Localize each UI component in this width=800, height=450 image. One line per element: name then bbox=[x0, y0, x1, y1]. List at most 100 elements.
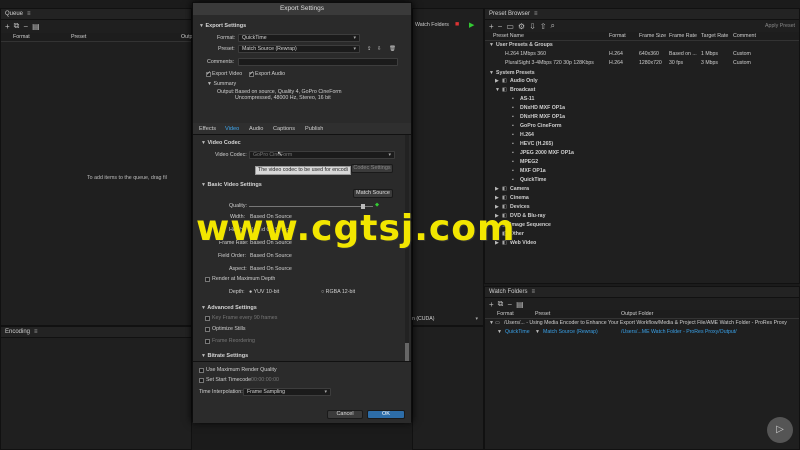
col-target-rate[interactable]: Target Rate bbox=[701, 32, 728, 41]
remove-icon[interactable]: − bbox=[23, 22, 28, 31]
preset-tree-item[interactable]: ▶ ◧ Audio Only bbox=[485, 77, 799, 86]
export-audio-checkbox[interactable] bbox=[249, 70, 254, 77]
tab-video[interactable]: Video bbox=[225, 123, 239, 135]
user-presets-group[interactable]: ▼ User Presets & Groups bbox=[485, 41, 799, 50]
disclosure-open-icon[interactable]: ▼ bbox=[495, 86, 500, 95]
preset-tree-item[interactable]: ▶ ◧ Devices bbox=[485, 203, 799, 212]
preset-tree-item[interactable]: ▶ ◧ Camera bbox=[485, 185, 799, 194]
disclosure-open-icon[interactable]: ▼ bbox=[489, 41, 494, 50]
settings-sliders-icon[interactable]: ⧉ bbox=[498, 299, 504, 309]
add-icon[interactable]: + bbox=[5, 22, 10, 31]
match-source-button[interactable]: Match Source bbox=[353, 189, 393, 198]
renderer-select[interactable]: n (CUDA) ▾ bbox=[409, 316, 481, 324]
save-preset-icon[interactable]: ⇪ bbox=[367, 46, 371, 53]
watch-output-link[interactable]: /Users/...ME Watch Folder - ProRes Proxy… bbox=[621, 328, 737, 337]
disclosure-closed-icon[interactable]: ▶ bbox=[495, 194, 499, 203]
summary-toggle[interactable]: ▼ Summary bbox=[207, 81, 236, 88]
search-icon[interactable]: ⌕ bbox=[550, 21, 554, 31]
render-max-depth-checkbox[interactable] bbox=[205, 277, 210, 282]
time-interpolation-select[interactable]: Frame Sampling ▾ bbox=[243, 388, 331, 396]
col-comment[interactable]: Comment bbox=[733, 32, 756, 41]
quality-slider[interactable] bbox=[249, 204, 373, 209]
optimize-stills-checkbox[interactable] bbox=[205, 327, 210, 332]
preset-tree-item[interactable]: ▶ ◧ Other bbox=[485, 230, 799, 239]
watch-preset-link[interactable]: Match Source (Rewrap) bbox=[543, 328, 598, 337]
panel-menu-icon[interactable]: ≡ bbox=[531, 287, 535, 298]
key-frame-checkbox[interactable] bbox=[205, 316, 210, 321]
watch-folder-output-row[interactable]: ▼ QuickTime ▼ Match Source (Rewrap) /Use… bbox=[485, 328, 799, 337]
watch-folders-label[interactable]: Watch Folders bbox=[415, 22, 449, 29]
add-preset-icon[interactable]: + bbox=[489, 22, 494, 31]
col-format[interactable]: Format bbox=[497, 310, 514, 319]
col-preset[interactable]: Preset bbox=[71, 33, 86, 42]
cancel-button[interactable]: Cancel bbox=[327, 410, 363, 419]
advanced-settings-section[interactable]: ▼ Advanced Settings bbox=[201, 305, 257, 312]
preset-tree-item[interactable]: ▪ QuickTime bbox=[485, 176, 799, 185]
new-group-icon[interactable]: ▭ bbox=[506, 22, 514, 31]
duplicate-icon[interactable]: ▤ bbox=[516, 300, 524, 309]
watch-format-link[interactable]: QuickTime bbox=[505, 328, 530, 337]
import-preset-icon[interactable]: ⇩ bbox=[377, 46, 381, 53]
preset-tree-item[interactable]: ▶ ◧ DVD & Blu-ray bbox=[485, 212, 799, 221]
disclosure-closed-icon[interactable]: ▶ bbox=[495, 185, 499, 194]
preset-tree-item[interactable]: ▪ AS-11 bbox=[485, 95, 799, 104]
preset-tree-item[interactable]: ▪ MXF OP1a bbox=[485, 167, 799, 176]
comments-input[interactable] bbox=[238, 58, 398, 66]
import-icon[interactable]: ⇩ bbox=[529, 22, 536, 31]
disclosure-closed-icon[interactable]: ▶ bbox=[495, 77, 499, 86]
video-codec-select[interactable]: GoPro CineForm ▾ bbox=[249, 151, 395, 159]
duplicate-icon[interactable]: ▤ bbox=[32, 22, 40, 31]
tab-effects[interactable]: Effects bbox=[199, 123, 216, 135]
settings-icon[interactable]: ⚙ bbox=[518, 22, 525, 31]
format-select[interactable]: QuickTime ▾ bbox=[238, 34, 360, 42]
watch-folder-path-row[interactable]: ▼ ▭ /Users/... - Using Media Encoder to … bbox=[485, 319, 799, 328]
add-icon[interactable]: + bbox=[489, 300, 494, 309]
preset-tree-item[interactable]: ▶ ◧ Image Sequence bbox=[485, 221, 799, 230]
preset-row[interactable]: PluralSight 3-4Mbps 720 30p 128Kbps H.26… bbox=[485, 59, 799, 68]
remove-icon[interactable]: − bbox=[507, 300, 512, 309]
tab-audio[interactable]: Audio bbox=[249, 123, 263, 135]
ok-button[interactable]: OK bbox=[367, 410, 405, 419]
preset-tree-item[interactable]: ▪ DNxHD MXF OP1a bbox=[485, 104, 799, 113]
depth-rgba-radio[interactable]: ○ RGBA 12-bit bbox=[321, 289, 355, 296]
basic-video-settings-section[interactable]: ▼ Basic Video Settings bbox=[201, 182, 262, 189]
remove-preset-icon[interactable]: − bbox=[498, 22, 503, 31]
col-preset[interactable]: Preset bbox=[535, 310, 550, 319]
bitrate-settings-section[interactable]: ▼ Bitrate Settings bbox=[201, 353, 248, 360]
col-frame-rate[interactable]: Frame Rate bbox=[669, 32, 697, 41]
preset-tree-item[interactable]: ▪ HEVC (H.265) bbox=[485, 140, 799, 149]
col-output-folder[interactable]: Output Folder bbox=[621, 310, 653, 319]
preset-tree-item[interactable]: ▼ ◧ Broadcast bbox=[485, 86, 799, 95]
frame-reordering-checkbox[interactable] bbox=[205, 339, 210, 344]
delete-preset-icon[interactable]: 🗑 bbox=[389, 46, 396, 53]
tab-captions[interactable]: Captions bbox=[273, 123, 295, 135]
preset-tree-item[interactable]: ▪ GoPro CineForm bbox=[485, 122, 799, 131]
export-icon[interactable]: ⇧ bbox=[540, 22, 547, 31]
codec-settings-button[interactable]: Codec Settings bbox=[351, 164, 393, 173]
disclosure-open-icon[interactable]: ▼ bbox=[489, 319, 494, 328]
col-format[interactable]: Format bbox=[13, 33, 30, 42]
col-frame-size[interactable]: Frame Size bbox=[639, 32, 666, 41]
panel-menu-icon[interactable]: ≡ bbox=[27, 9, 31, 20]
preset-tree-item[interactable]: ▶ ◧ Web Video bbox=[485, 239, 799, 248]
set-start-timecode-checkbox[interactable] bbox=[199, 378, 204, 383]
use-max-render-checkbox[interactable] bbox=[199, 368, 204, 373]
panel-menu-icon[interactable]: ≡ bbox=[34, 327, 38, 338]
preset-tree-item[interactable]: ▪ H.264 bbox=[485, 131, 799, 140]
preset-tree-item[interactable]: ▪ MPEG2 bbox=[485, 158, 799, 167]
preset-tree-item[interactable]: ▶ ◧ Cinema bbox=[485, 194, 799, 203]
start-queue-icon[interactable]: ▶ bbox=[469, 21, 474, 29]
panel-menu-icon[interactable]: ≡ bbox=[534, 9, 538, 20]
depth-yuv-radio[interactable]: ● YUV 10-bit bbox=[249, 289, 279, 296]
video-codec-section[interactable]: ▼ Video Codec bbox=[201, 140, 241, 147]
export-settings-section[interactable]: ▼ Export Settings bbox=[199, 23, 246, 30]
export-video-checkbox[interactable] bbox=[206, 70, 211, 77]
settings-sliders-icon[interactable]: ⧉ bbox=[14, 21, 20, 31]
col-preset-name[interactable]: Preset Name bbox=[493, 32, 524, 41]
preset-tree-item[interactable]: ▪ DNxHR MXF OP1a bbox=[485, 113, 799, 122]
chevron-down-icon[interactable]: ▼ bbox=[497, 328, 502, 337]
preset-row[interactable]: H.264 1Mbps 360 H.264 640x360 Based on .… bbox=[485, 50, 799, 59]
preset-select[interactable]: Match Source (Rewrap) ▾ bbox=[238, 45, 360, 53]
chevron-down-icon[interactable]: ▼ bbox=[535, 328, 540, 337]
tab-publish[interactable]: Publish bbox=[305, 123, 323, 135]
